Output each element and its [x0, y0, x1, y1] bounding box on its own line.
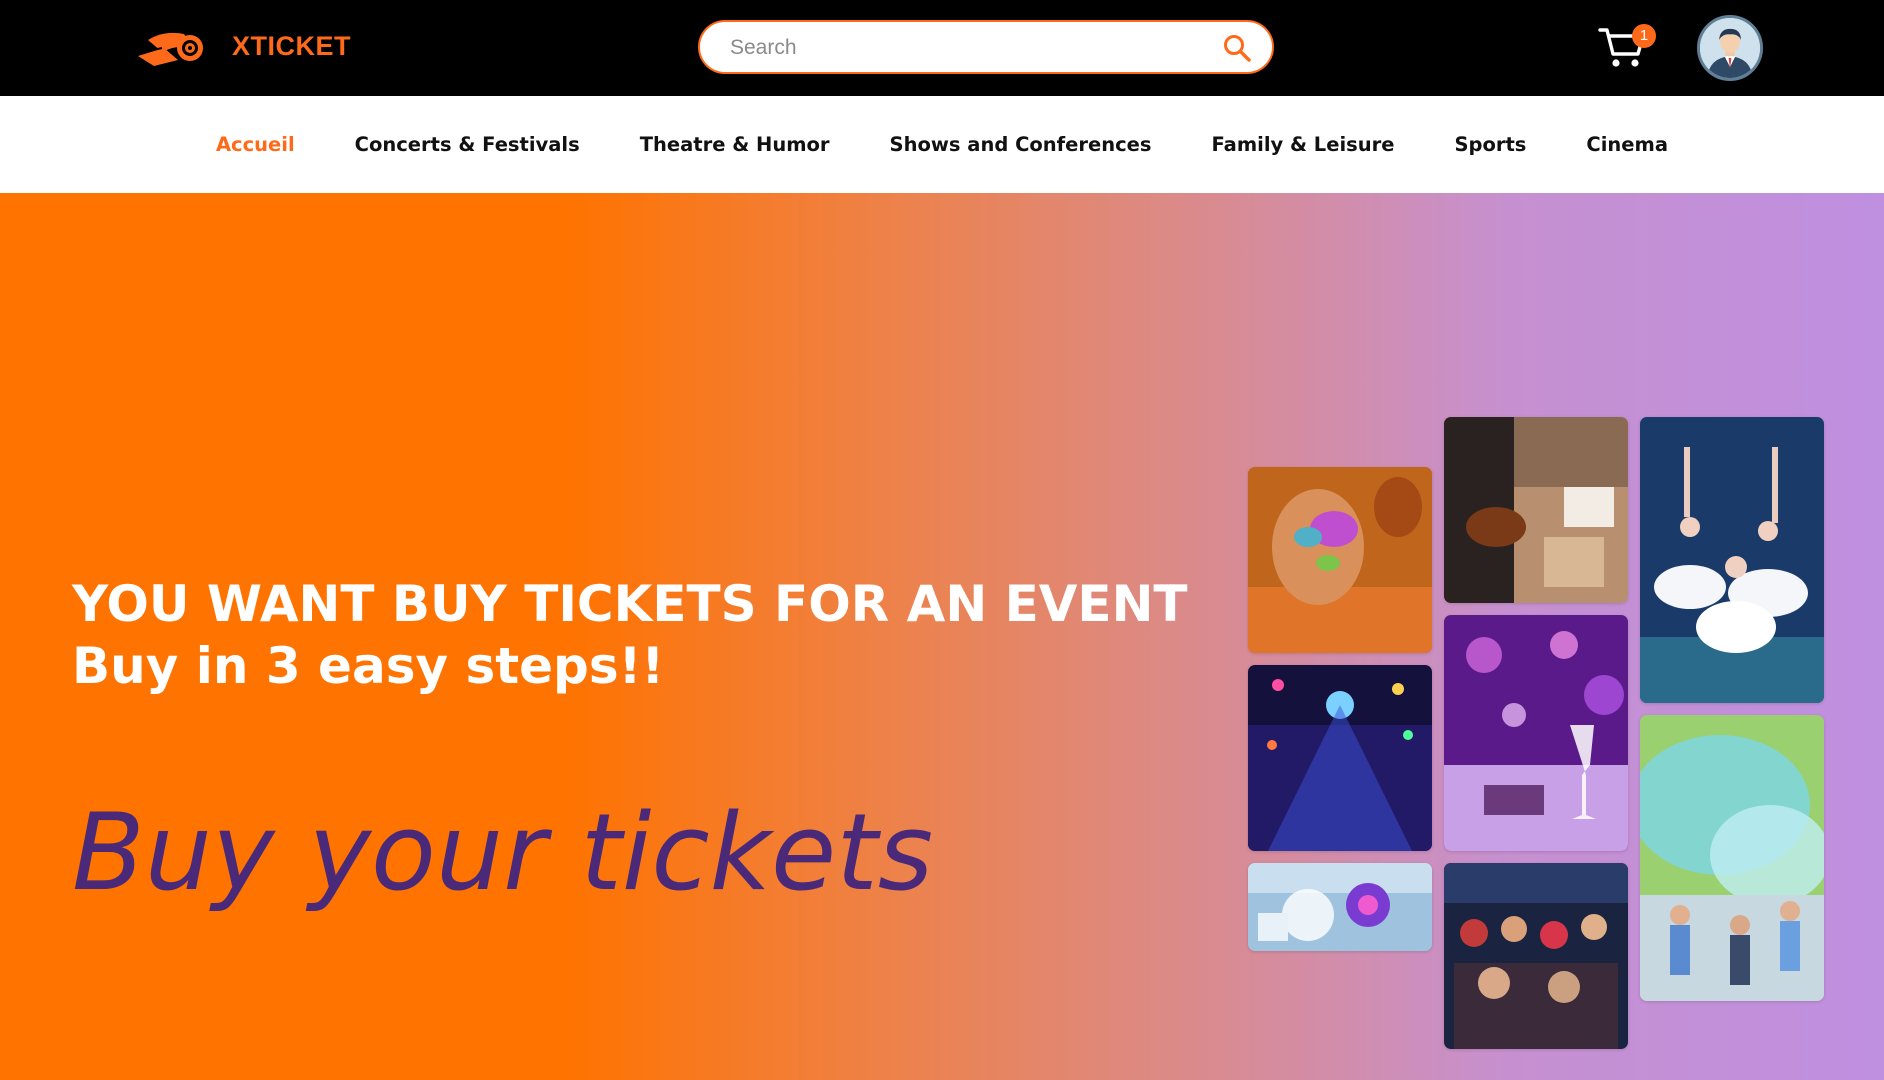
hero-headline-line2: Buy in 3 easy steps!! — [72, 637, 665, 695]
nav-item-family-leisure[interactable]: Family & Leisure — [1181, 133, 1424, 156]
event-image-orchestra[interactable] — [1444, 417, 1628, 603]
nav-item-theatre-humor[interactable]: Theatre & Humor — [610, 133, 860, 156]
cart-button[interactable]: 1 — [1598, 22, 1656, 74]
nav-item-shows-conferences[interactable]: Shows and Conferences — [860, 133, 1182, 156]
brand-name: XTICKET — [232, 30, 352, 61]
cart-count-badge: 1 — [1632, 24, 1656, 48]
nav-item-sports[interactable]: Sports — [1424, 133, 1556, 156]
nav-item-concerts-festivals[interactable]: Concerts & Festivals — [325, 133, 610, 156]
user-avatar[interactable] — [1697, 15, 1763, 81]
main-nav: Accueil Concerts & Festivals Theatre & H… — [0, 96, 1884, 193]
hero-headline-line1: YOU WANT BUY TICKETS FOR AN EVENT — [72, 575, 1188, 633]
hero-headline: YOU WANT BUY TICKETS FOR AN EVENT Buy in… — [72, 573, 1192, 697]
event-image-gaming-logo[interactable] — [1248, 863, 1432, 951]
event-image-dinner-party[interactable] — [1444, 615, 1628, 851]
event-image-color-run[interactable] — [1640, 715, 1824, 1001]
nav-item-cinema[interactable]: Cinema — [1556, 133, 1698, 156]
top-bar: XTICKET 1 — [0, 0, 1884, 96]
hero-banner: YOU WANT BUY TICKETS FOR AN EVENT Buy in… — [0, 193, 1884, 1080]
nav-item-accueil[interactable]: Accueil — [186, 133, 325, 156]
ticket-roll-logo-icon — [138, 32, 203, 66]
event-image-ballet[interactable] — [1640, 417, 1824, 703]
event-image-painted-face[interactable] — [1248, 467, 1432, 653]
avatar-icon — [1700, 18, 1760, 78]
event-image-festival-crowd-night[interactable] — [1248, 665, 1432, 851]
search-bar — [698, 20, 1274, 74]
hero-tagline: Buy your tickets — [72, 791, 934, 914]
brand-logo[interactable]: XTICKET — [134, 18, 351, 74]
search-input[interactable] — [728, 22, 1202, 74]
search-icon[interactable] — [1222, 33, 1252, 63]
event-image-concert-crowd[interactable] — [1444, 863, 1628, 1049]
